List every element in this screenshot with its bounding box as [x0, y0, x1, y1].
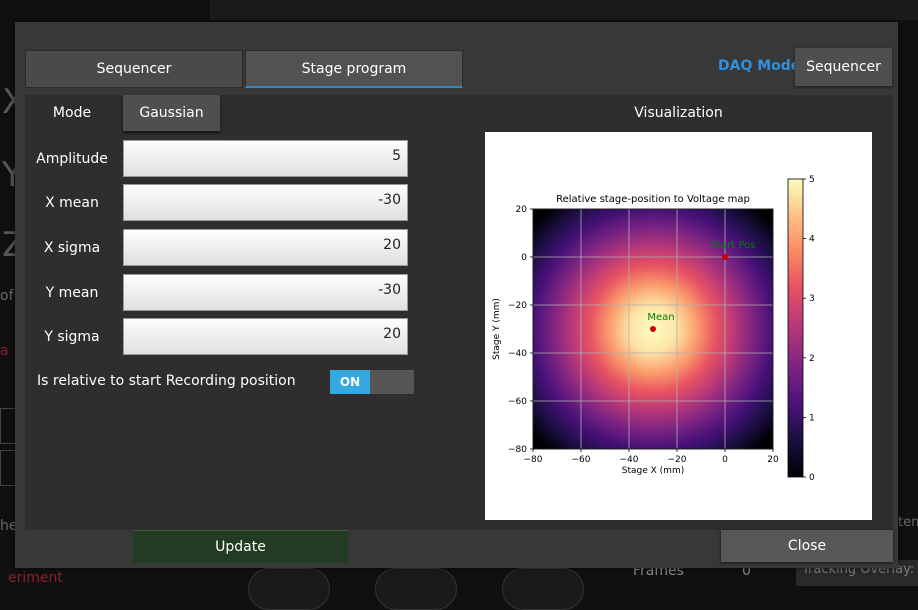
y-tick-label: −40	[508, 349, 527, 359]
y-sigma-input[interactable]: 20	[123, 318, 408, 355]
y-tick-label: 20	[516, 205, 528, 215]
colorbar-tick-label: 2	[809, 354, 815, 364]
x-tick-label: 20	[767, 455, 779, 465]
y-tick-label: −60	[508, 397, 527, 407]
colorbar-tick-label: 3	[809, 294, 815, 304]
tab-stage-program[interactable]: Stage program	[245, 50, 463, 88]
background-partial-experiment: eriment	[8, 570, 63, 586]
background-round-button-2	[375, 568, 457, 610]
y-mean-label: Y mean	[45, 285, 99, 301]
x-tick-label: 0	[722, 455, 728, 465]
colorbar-tick-label: 0	[809, 473, 815, 483]
x-mean-label: X mean	[45, 195, 99, 211]
daq-mode-label: DAQ Mode	[718, 58, 801, 74]
heatmap-chart: Relative stage-position to Voltage map M…	[492, 175, 815, 483]
colorbar-tick-label: 1	[809, 413, 815, 423]
x-sigma-input[interactable]: 20	[123, 229, 408, 266]
y-tick-label: −80	[508, 445, 527, 455]
update-button[interactable]: Update	[133, 530, 348, 563]
background-partial-a: a	[0, 343, 9, 359]
x-tick-label: −80	[524, 455, 543, 465]
toggle-on-indicator: ON	[330, 370, 370, 394]
tab-sequencer[interactable]: Sequencer	[25, 50, 243, 88]
background-box-2	[0, 450, 16, 486]
background-partial-ten: ten	[898, 515, 918, 530]
background-top-bar	[210, 0, 918, 20]
point-label: Start Pos	[711, 240, 756, 251]
mode-label: Mode	[52, 105, 92, 121]
colorbar-tick-label: 5	[809, 175, 815, 185]
point-marker	[650, 326, 656, 332]
background-partial-of: of	[0, 288, 14, 304]
colorbar	[787, 178, 804, 478]
x-tick-label: −40	[620, 455, 639, 465]
amplitude-input[interactable]: 5	[123, 140, 408, 177]
y-axis-label: Stage Y (mm)	[492, 298, 502, 360]
daq-sequencer-button[interactable]: Sequencer	[795, 48, 892, 86]
relative-position-label: Is relative to start Recording position	[37, 373, 296, 389]
x-axis-label: Stage X (mm)	[622, 466, 684, 476]
background-box-1	[0, 408, 16, 444]
x-tick-label: −20	[668, 455, 687, 465]
x-ticks: −80 −60 −40 −20 0 20	[524, 449, 779, 465]
x-sigma-label: X sigma	[43, 240, 101, 256]
y-tick-label: 0	[521, 253, 527, 263]
y-ticks: 20 0 −20 −40 −60 −80	[508, 205, 533, 455]
colorbar-ticks: 5 4 3 2 1 0	[803, 175, 815, 483]
relative-position-toggle[interactable]: ON	[330, 370, 414, 394]
chart-title: Relative stage-position to Voltage map	[556, 194, 750, 205]
close-button[interactable]: Close	[721, 530, 893, 562]
point-label: Mean	[647, 312, 674, 323]
colorbar-tick-label: 4	[809, 235, 815, 245]
y-mean-input[interactable]: -30	[123, 274, 408, 311]
y-tick-label: −20	[508, 301, 527, 311]
visualization-area: Relative stage-position to Voltage map M…	[485, 132, 872, 520]
point-marker	[722, 254, 728, 260]
background-round-button-3	[502, 568, 584, 610]
mode-select-button[interactable]: Gaussian	[123, 95, 220, 131]
visualization-title: Visualization	[634, 105, 723, 121]
x-tick-label: −60	[572, 455, 591, 465]
amplitude-label: Amplitude	[36, 151, 108, 167]
y-sigma-label: Y sigma	[44, 329, 100, 345]
background-round-button-1	[248, 568, 330, 610]
x-mean-input[interactable]: -30	[123, 184, 408, 221]
